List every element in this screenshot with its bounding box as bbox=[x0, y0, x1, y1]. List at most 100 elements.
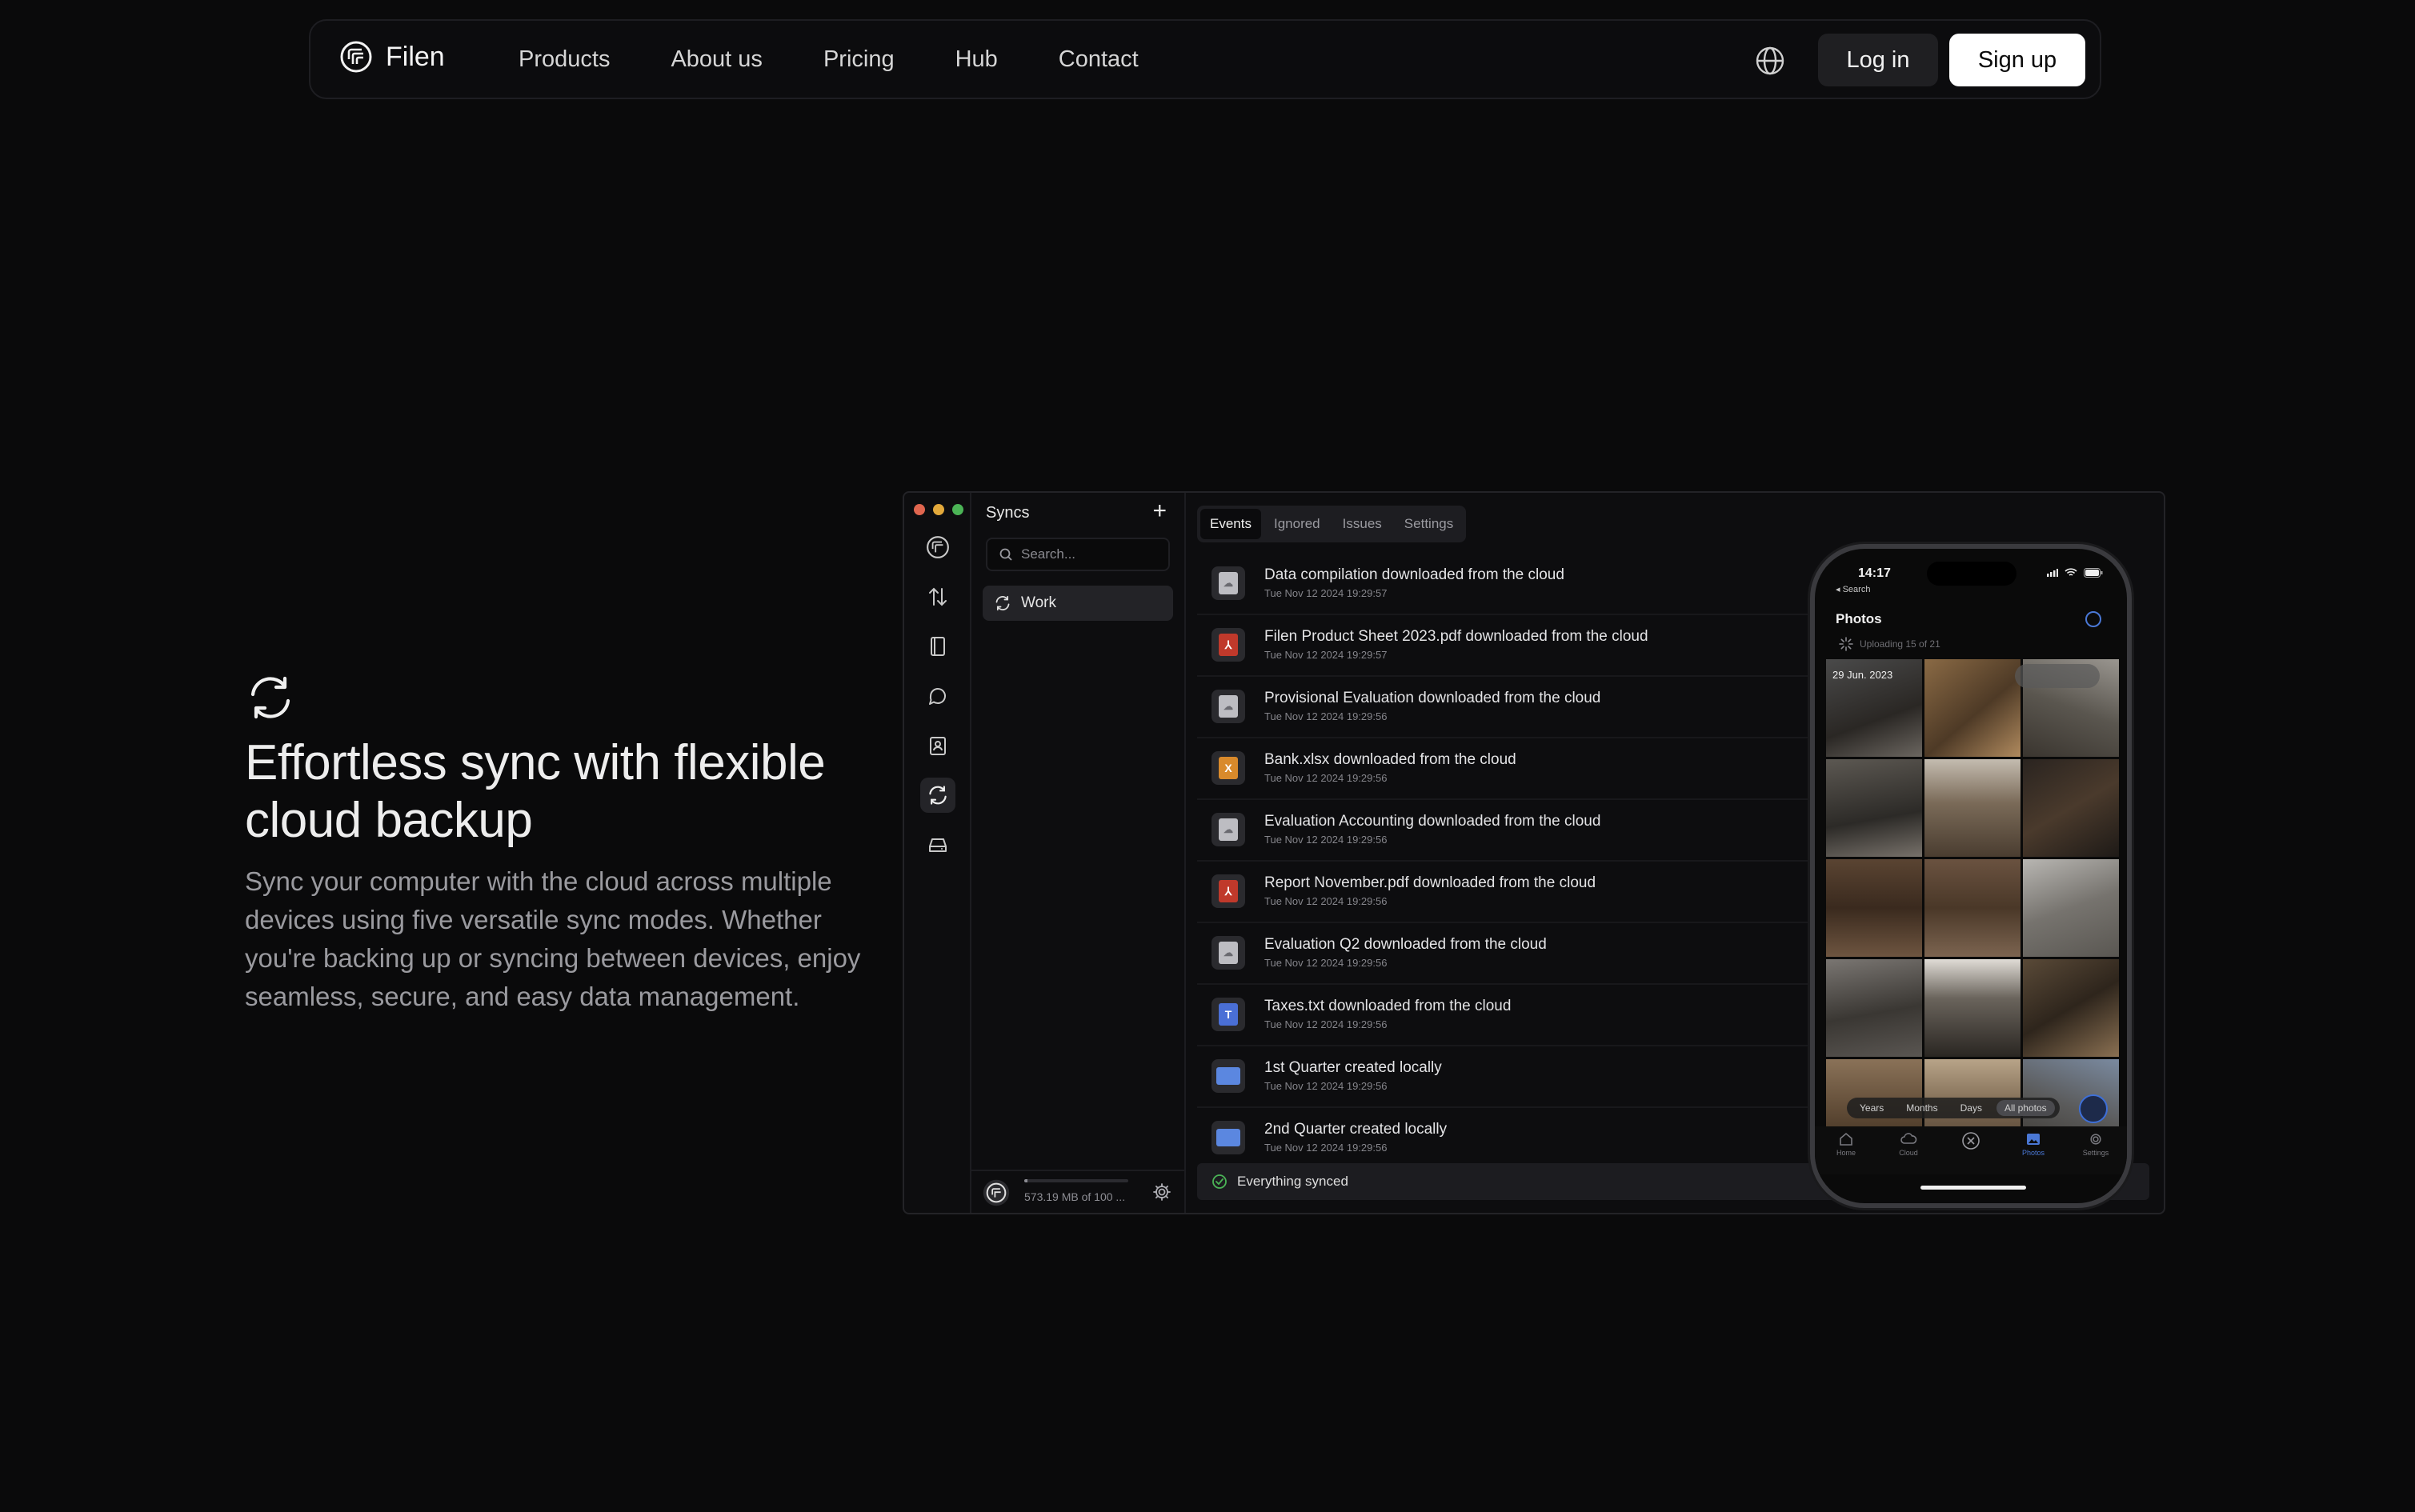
photo-thumbnail[interactable] bbox=[1924, 859, 2021, 957]
sync-status-text: Everything synced bbox=[1237, 1174, 1348, 1189]
battery-icon bbox=[2084, 568, 2103, 578]
globe-icon[interactable] bbox=[1754, 45, 1786, 77]
phone-page-title: Photos bbox=[1836, 611, 1882, 626]
nav-link-about-us[interactable]: About us bbox=[671, 46, 762, 73]
event-title: Data compilation downloaded from the clo… bbox=[1264, 566, 1564, 583]
phone-tab-photos[interactable]: Photos bbox=[2009, 1131, 2057, 1174]
segment-years[interactable]: Years bbox=[1852, 1100, 1892, 1116]
nav-link-hub[interactable]: Hub bbox=[955, 46, 998, 73]
photo-thumbnail[interactable] bbox=[1826, 859, 1922, 957]
gear-icon[interactable] bbox=[1152, 1182, 1171, 1202]
photo-thumbnail[interactable] bbox=[1924, 759, 2021, 857]
folder-icon bbox=[1216, 1129, 1240, 1146]
photo-select-pill[interactable] bbox=[2015, 664, 2100, 688]
phone-tab-label: Home bbox=[1836, 1149, 1856, 1157]
photo-view-segment: Years Months Days All photos bbox=[1847, 1098, 2060, 1118]
rail-contacts-button[interactable] bbox=[920, 728, 955, 763]
window-controls bbox=[914, 504, 963, 515]
spreadsheet-file-icon: X bbox=[1219, 757, 1238, 779]
close-window-dot[interactable] bbox=[914, 504, 925, 515]
contacts-icon bbox=[930, 737, 946, 755]
storage-progress-fill bbox=[1024, 1179, 1027, 1182]
event-timestamp: Tue Nov 12 2024 19:29:56 bbox=[1264, 1018, 1388, 1030]
tab-issues[interactable]: Issues bbox=[1333, 509, 1392, 539]
hero-description: Sync your computer with the cloud across… bbox=[245, 866, 861, 1011]
login-button[interactable]: Log in bbox=[1818, 34, 1938, 86]
chat-bubble-icon bbox=[929, 688, 946, 705]
upload-progress-text: Uploading 15 of 21 bbox=[1860, 638, 1940, 650]
phone-clock: 14:17 bbox=[1858, 566, 1891, 580]
signup-button[interactable]: Sign up bbox=[1949, 34, 2085, 86]
photo-thumbnail[interactable] bbox=[1924, 959, 2021, 1057]
phone-tab-cloud[interactable]: Cloud bbox=[1884, 1131, 1932, 1174]
nav-link-contact[interactable]: Contact bbox=[1059, 46, 1139, 73]
tab-ignored[interactable]: Ignored bbox=[1264, 509, 1330, 539]
event-timestamp: Tue Nov 12 2024 19:29:56 bbox=[1264, 1142, 1388, 1154]
phone-tab-actions[interactable] bbox=[1947, 1131, 1995, 1174]
sync-icon bbox=[250, 676, 290, 719]
gear-icon bbox=[2090, 1134, 2101, 1145]
event-title: 1st Quarter created locally bbox=[1264, 1059, 1442, 1076]
segment-months[interactable]: Months bbox=[1898, 1100, 1945, 1116]
tab-events[interactable]: Events bbox=[1200, 509, 1261, 539]
photo-thumbnail[interactable] bbox=[1826, 759, 1922, 857]
generic-file-icon: ☁ bbox=[1219, 695, 1238, 718]
home-indicator bbox=[1920, 1186, 2026, 1190]
transfers-icon bbox=[929, 587, 947, 606]
tab-settings[interactable]: Settings bbox=[1395, 509, 1463, 539]
event-title: Evaluation Accounting downloaded from th… bbox=[1264, 813, 1601, 830]
top-navbar: Filen Products About us Pricing Hub Cont… bbox=[309, 19, 2101, 99]
event-file-icon-wrap bbox=[1212, 1059, 1245, 1093]
rail-chats-button[interactable] bbox=[920, 678, 955, 714]
phone-tab-label: Photos bbox=[2021, 1149, 2045, 1157]
event-title: Bank.xlsx downloaded from the cloud bbox=[1264, 751, 1516, 768]
photo-thumbnail[interactable] bbox=[2023, 759, 2119, 857]
brand-logo-link[interactable]: Filen bbox=[339, 40, 445, 74]
sync-search bbox=[986, 538, 1170, 571]
event-timestamp: Tue Nov 12 2024 19:29:56 bbox=[1264, 895, 1388, 907]
nav-link-pricing[interactable]: Pricing bbox=[823, 46, 895, 73]
event-file-icon-wrap: ☁ bbox=[1212, 566, 1245, 600]
search-input[interactable] bbox=[1021, 546, 1157, 562]
hard-drive-icon bbox=[929, 838, 947, 852]
event-title: Provisional Evaluation downloaded from t… bbox=[1264, 690, 1601, 706]
phone-tab-home[interactable]: Home bbox=[1822, 1131, 1870, 1174]
rail-transfers-button[interactable] bbox=[920, 579, 955, 614]
photo-thumbnail[interactable] bbox=[1924, 659, 2021, 757]
phone-tab-settings[interactable]: Settings bbox=[2072, 1131, 2120, 1174]
event-title: 2nd Quarter created locally bbox=[1264, 1121, 1448, 1138]
phone-back-link[interactable]: ◂ Search bbox=[1836, 584, 1870, 594]
nav-links: Products About us Pricing Hub Contact bbox=[519, 21, 1139, 98]
rail-syncs-button[interactable] bbox=[920, 778, 955, 813]
segment-all-photos[interactable]: All photos bbox=[1996, 1100, 2055, 1116]
dynamic-island bbox=[1927, 562, 2017, 586]
event-file-icon-wrap: ⅄ bbox=[1212, 628, 1245, 662]
nav-link-products[interactable]: Products bbox=[519, 46, 610, 73]
rail-mounts-button[interactable] bbox=[920, 827, 955, 862]
cloud-icon bbox=[1900, 1133, 1917, 1144]
maximize-window-dot[interactable] bbox=[952, 504, 963, 515]
avatar[interactable] bbox=[983, 1179, 1010, 1206]
event-timestamp: Tue Nov 12 2024 19:29:56 bbox=[1264, 957, 1388, 969]
segment-days[interactable]: Days bbox=[1952, 1100, 1990, 1116]
photo-thumbnail[interactable] bbox=[2023, 859, 2119, 957]
photos-icon bbox=[2027, 1134, 2040, 1145]
upload-status-button[interactable] bbox=[2079, 1094, 2108, 1123]
minimize-window-dot[interactable] bbox=[933, 504, 944, 515]
rail-notes-button[interactable] bbox=[920, 629, 955, 664]
storage-usage-text: 573.19 MB of 100 ... bbox=[1024, 1190, 1126, 1203]
close-circle-icon bbox=[1962, 1132, 1980, 1150]
generic-file-icon: ☁ bbox=[1219, 572, 1238, 594]
rail-drive-button[interactable] bbox=[920, 530, 955, 565]
event-title: Evaluation Q2 downloaded from the cloud bbox=[1264, 936, 1547, 953]
photo-thumbnail[interactable] bbox=[2023, 959, 2119, 1057]
sync-item-work[interactable]: Work bbox=[983, 586, 1173, 621]
add-sync-button[interactable]: + bbox=[1152, 499, 1167, 523]
more-options-icon[interactable] bbox=[2085, 611, 2101, 627]
app-sidebar-rail bbox=[904, 493, 971, 1213]
photo-thumbnail[interactable] bbox=[1826, 959, 1922, 1057]
text-file-icon: T bbox=[1219, 1003, 1238, 1026]
event-title: Filen Product Sheet 2023.pdf downloaded … bbox=[1264, 628, 1648, 645]
storage-progress bbox=[1024, 1179, 1128, 1182]
photo-grid bbox=[1826, 659, 2119, 1157]
